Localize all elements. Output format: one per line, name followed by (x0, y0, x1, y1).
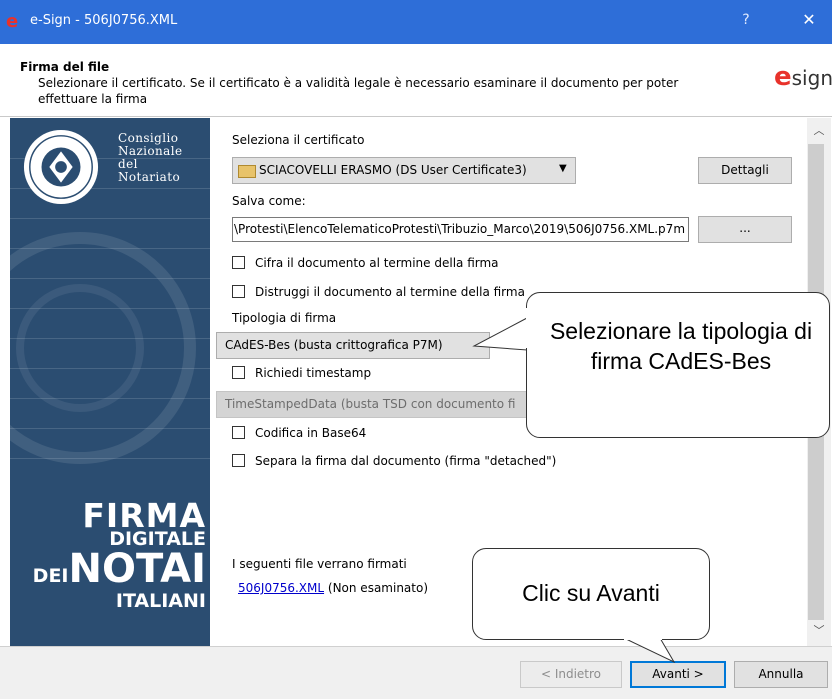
page-title: Firma del file (20, 60, 110, 74)
certificate-icon (238, 165, 256, 178)
save-path-input[interactable]: \Protesti\ElencoTelematicoProtesti\Tribu… (232, 217, 689, 242)
tipologia-dropdown[interactable]: CAdES-Bes (busta crittografica P7M) (216, 332, 490, 359)
italiani-text: ITALIANI (115, 590, 206, 612)
callout-tipologia-text: Selezionare la tipologia di firma CAdES-… (549, 318, 813, 374)
esign-logo: esign (774, 62, 832, 92)
page-description: Selezionare il certificato. Se il certif… (38, 76, 679, 106)
cifra-checkbox[interactable] (232, 256, 245, 269)
files-label: I seguenti file verrano firmati (232, 557, 407, 571)
tipologia-label: Tipologia di firma (232, 311, 337, 325)
separa-checkbox[interactable] (232, 454, 245, 467)
chevron-up-icon[interactable]: ︿ (808, 122, 830, 138)
callout-pointer-cover (526, 308, 534, 348)
window-title: e-Sign - 506J0756.XML (30, 13, 178, 28)
timestamp-checkbox[interactable] (232, 366, 245, 379)
sidebar-banner: Consiglio Nazionale del Notariato FIRMA … (10, 118, 210, 646)
base64-label: Codifica in Base64 (255, 426, 367, 440)
org-name: Consiglio Nazionale del Notariato (118, 132, 210, 184)
separa-label: Separa la firma dal documento (firma "de… (255, 454, 557, 468)
distruggi-label: Distruggi il documento al termine della … (255, 285, 525, 299)
chevron-down-icon[interactable]: ﹀ (808, 622, 830, 638)
file-status: (Non esaminato) (327, 581, 429, 595)
file-link[interactable]: 506J0756.XML (238, 581, 324, 595)
notai-text: NOTAI (68, 546, 207, 592)
base64-checkbox[interactable] (232, 426, 245, 439)
certificate-dropdown[interactable]: SCIACOVELLI ERASMO (DS User Certificate3… (232, 157, 576, 184)
notariato-seal-icon (23, 129, 99, 205)
callout-pointer-cover (624, 634, 662, 640)
callout-avanti-text: Clic su Avanti (522, 580, 660, 606)
dettagli-button[interactable]: Dettagli (698, 157, 792, 184)
close-button[interactable]: ✕ (796, 10, 822, 29)
certificate-value: SCIACOVELLI ERASMO (DS User Certificate3… (259, 163, 527, 177)
esign-logo-e: e (774, 62, 792, 92)
dei-text: DEI (32, 565, 69, 587)
dei-notai-text: DEINOTAI (20, 546, 206, 592)
esign-logo-text: sign (791, 66, 832, 90)
app-icon: e (6, 11, 19, 32)
org-name-line: Notariato (118, 170, 181, 184)
cancel-button[interactable]: Annulla (734, 661, 828, 688)
timestamp-label: Richiedi timestamp (255, 366, 372, 380)
save-as-label: Salva come: (232, 194, 306, 208)
timestamp-type-dropdown: TimeStampedData (busta TSD con documento… (216, 391, 534, 418)
cifra-label: Cifra il documento al termine della firm… (255, 256, 499, 270)
distruggi-checkbox[interactable] (232, 285, 245, 298)
help-button[interactable]: ? (736, 12, 756, 28)
cert-label: Seleziona il certificato (232, 133, 365, 147)
file-row: 506J0756.XML (Non esaminato) (238, 581, 428, 595)
browse-button[interactable]: ... (698, 216, 792, 243)
chevron-down-icon: ▼ (559, 163, 567, 174)
